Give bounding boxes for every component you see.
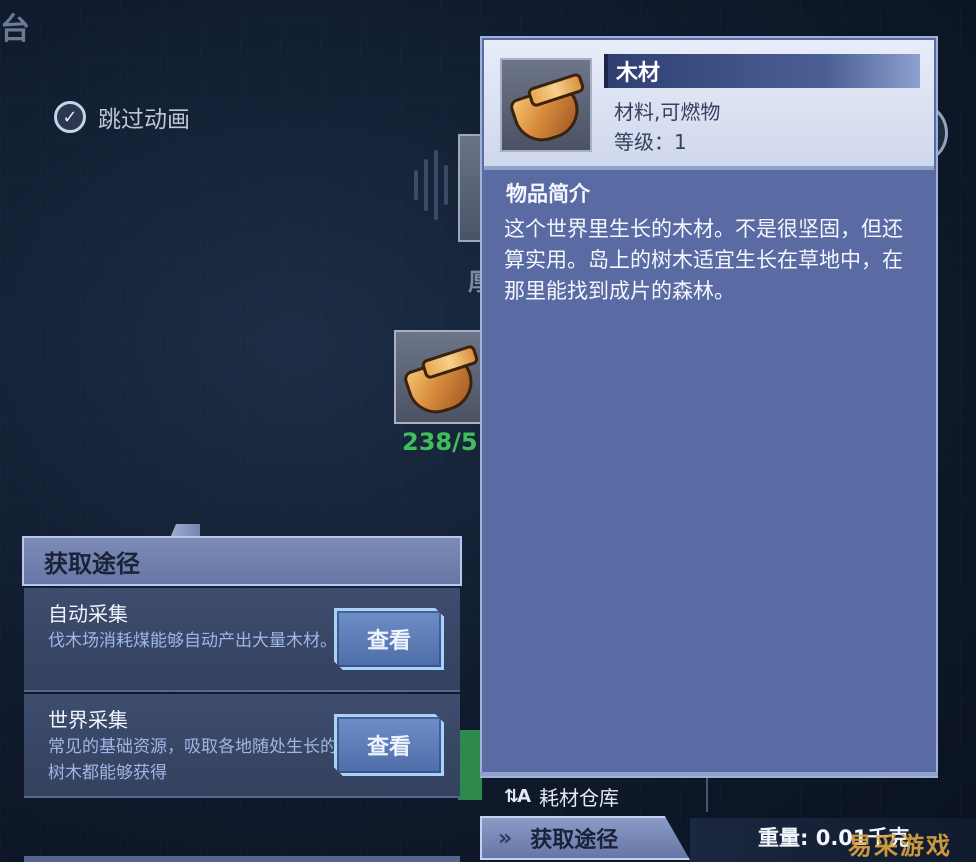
- view-button[interactable]: 查看: [334, 608, 444, 670]
- watermark: 易采游戏网: [848, 831, 952, 860]
- storage-tab[interactable]: ⇅A 耗材仓库: [504, 782, 619, 811]
- acquisition-row-desc: 伐木场消耗煤能够自动产出大量木材。: [48, 631, 337, 651]
- item-level: 等级：1: [614, 130, 687, 154]
- decorative-bars: [414, 150, 448, 220]
- checkbox-checked-icon[interactable]: ✓: [54, 101, 86, 133]
- acquisition-panel-title: 获取途径: [22, 536, 462, 586]
- acquisition-row-world: 世界采集 常见的基础资源，吸取各地随处生长的树木都能够获得 查看: [24, 694, 460, 798]
- storage-label: 耗材仓库: [539, 786, 620, 810]
- sort-icon: ⇅A: [504, 786, 531, 807]
- chevron-right-icon: »: [498, 825, 513, 851]
- divider: [706, 778, 708, 812]
- acquire-path-label: 获取途径: [530, 828, 619, 853]
- skip-animation-label: 跳过动画: [98, 107, 190, 133]
- acquisition-row-auto: 自动采集 伐木场消耗煤能够自动产出大量木材。 查看: [24, 588, 460, 692]
- wood-item-slot[interactable]: [394, 330, 486, 424]
- green-strip: [458, 730, 482, 800]
- panel-bottom-border: [24, 856, 460, 862]
- acquire-path-button[interactable]: » 获取途径: [480, 816, 690, 860]
- header-divider: [484, 166, 934, 170]
- item-description: 这个世界里生长的木材。不是很坚固，但还算实用。岛上的树木适宜生长在草地中，在那里…: [504, 217, 903, 303]
- item-detail-icon-slot: [500, 58, 592, 152]
- acquisition-row-desc: 常见的基础资源，吸取各地随处生长的树木都能够获得: [48, 737, 337, 783]
- view-button[interactable]: 查看: [334, 714, 444, 776]
- item-name: 木材: [604, 54, 920, 88]
- acquisition-row-title: 世界采集: [48, 708, 128, 732]
- panel-bottom-border: [480, 772, 938, 776]
- corner-title: 台: [0, 12, 30, 47]
- skip-animation-toggle[interactable]: ✓ 跳过动画: [54, 100, 190, 134]
- item-count: 238/5: [402, 428, 478, 456]
- acquisition-row-title: 自动采集: [48, 602, 128, 626]
- item-type: 材料,可燃物: [614, 100, 721, 124]
- item-description-title: 物品简介: [506, 182, 590, 206]
